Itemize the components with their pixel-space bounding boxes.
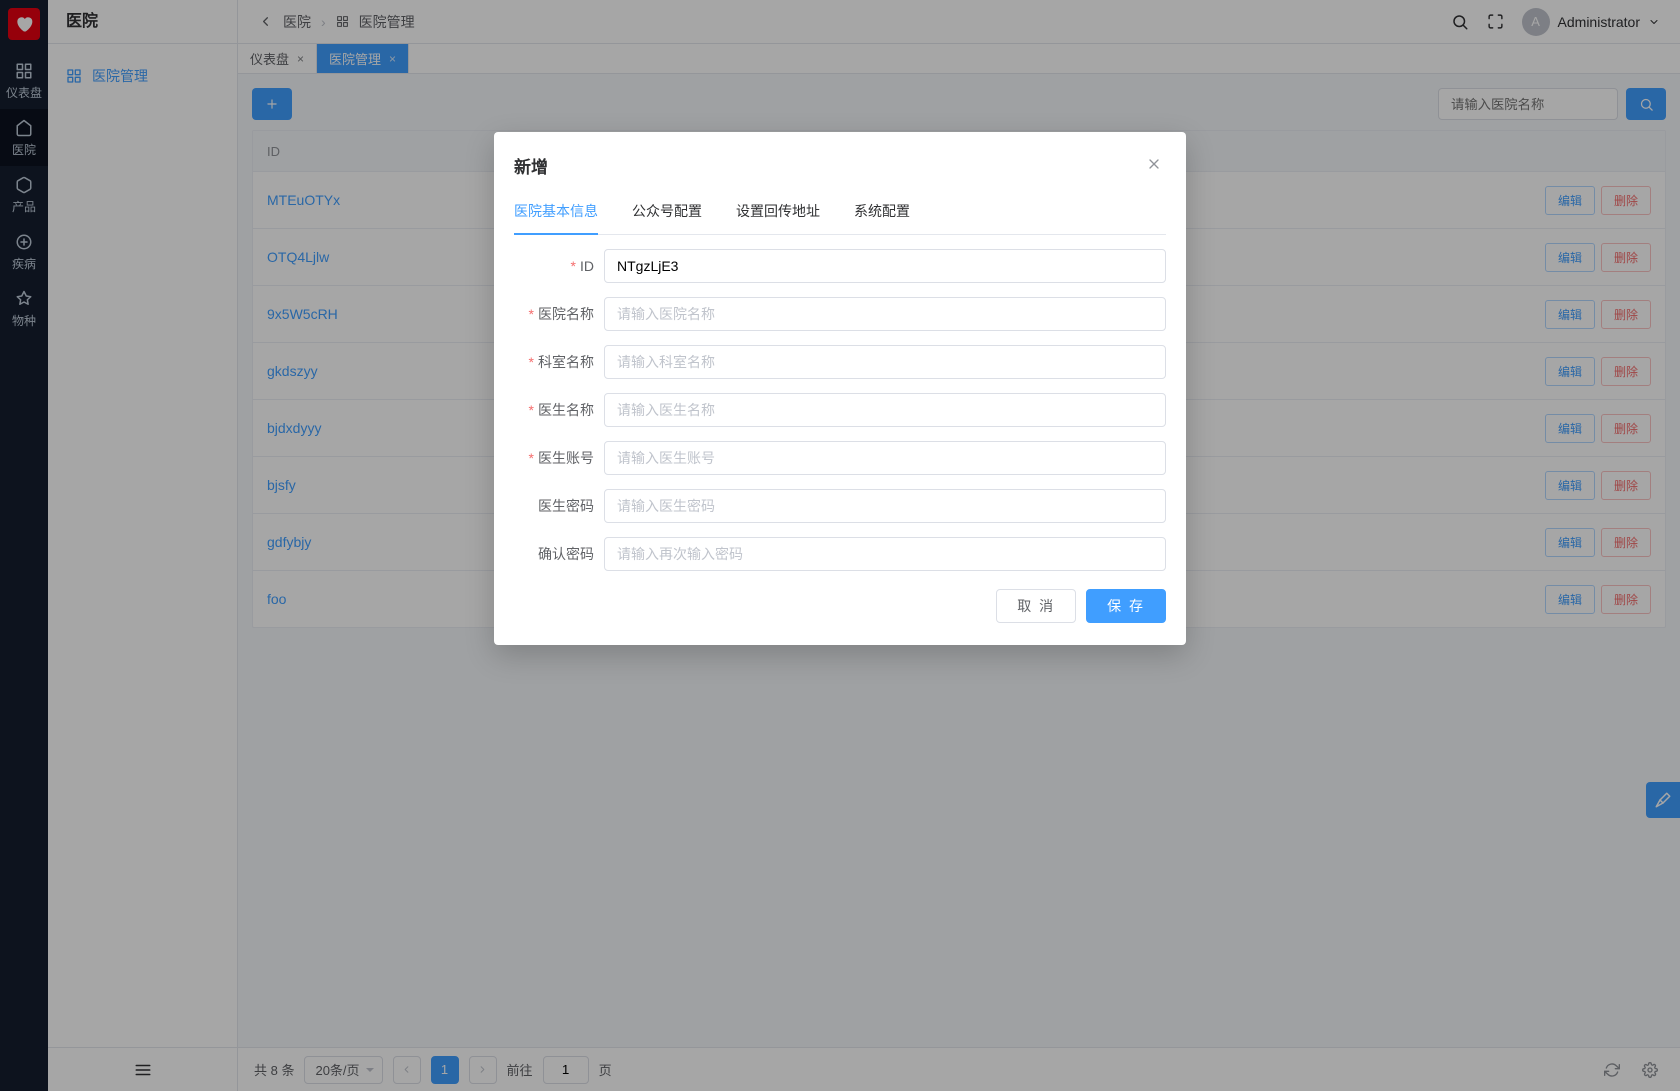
field-label-account: *医生账号 xyxy=(514,448,604,468)
close-icon xyxy=(1146,156,1162,172)
dialog-tab-wechat[interactable]: 公众号配置 xyxy=(632,201,702,235)
field-input-password[interactable] xyxy=(604,489,1166,523)
save-button[interactable]: 保 存 xyxy=(1086,589,1166,623)
field-input-account[interactable] xyxy=(604,441,1166,475)
field-input-hospital[interactable] xyxy=(604,297,1166,331)
dialog-tabs: 医院基本信息 公众号配置 设置回传地址 系统配置 xyxy=(514,201,1166,235)
field-input-id[interactable] xyxy=(604,249,1166,283)
field-input-doctor[interactable] xyxy=(604,393,1166,427)
field-label-password: 医生密码 xyxy=(514,496,604,516)
dialog-close[interactable] xyxy=(1142,152,1166,179)
add-hospital-dialog: 新增 医院基本信息 公众号配置 设置回传地址 系统配置 *ID *医院名称 *科室名… xyxy=(494,132,1186,645)
field-label-confirm: 确认密码 xyxy=(514,544,604,564)
dialog-tab-system[interactable]: 系统配置 xyxy=(854,201,910,235)
field-label-id: *ID xyxy=(514,258,604,274)
dialog-tab-callback[interactable]: 设置回传地址 xyxy=(736,201,820,235)
field-label-hospital: *医院名称 xyxy=(514,304,604,324)
field-input-confirm[interactable] xyxy=(604,537,1166,571)
modal-mask: 新增 医院基本信息 公众号配置 设置回传地址 系统配置 *ID *医院名称 *科室名… xyxy=(0,0,1680,1091)
dialog-title: 新增 xyxy=(514,153,548,178)
field-label-doctor: *医生名称 xyxy=(514,400,604,420)
field-label-dept: *科室名称 xyxy=(514,352,604,372)
field-input-dept[interactable] xyxy=(604,345,1166,379)
dialog-tab-basic[interactable]: 医院基本信息 xyxy=(514,201,598,235)
cancel-button[interactable]: 取 消 xyxy=(996,589,1076,623)
